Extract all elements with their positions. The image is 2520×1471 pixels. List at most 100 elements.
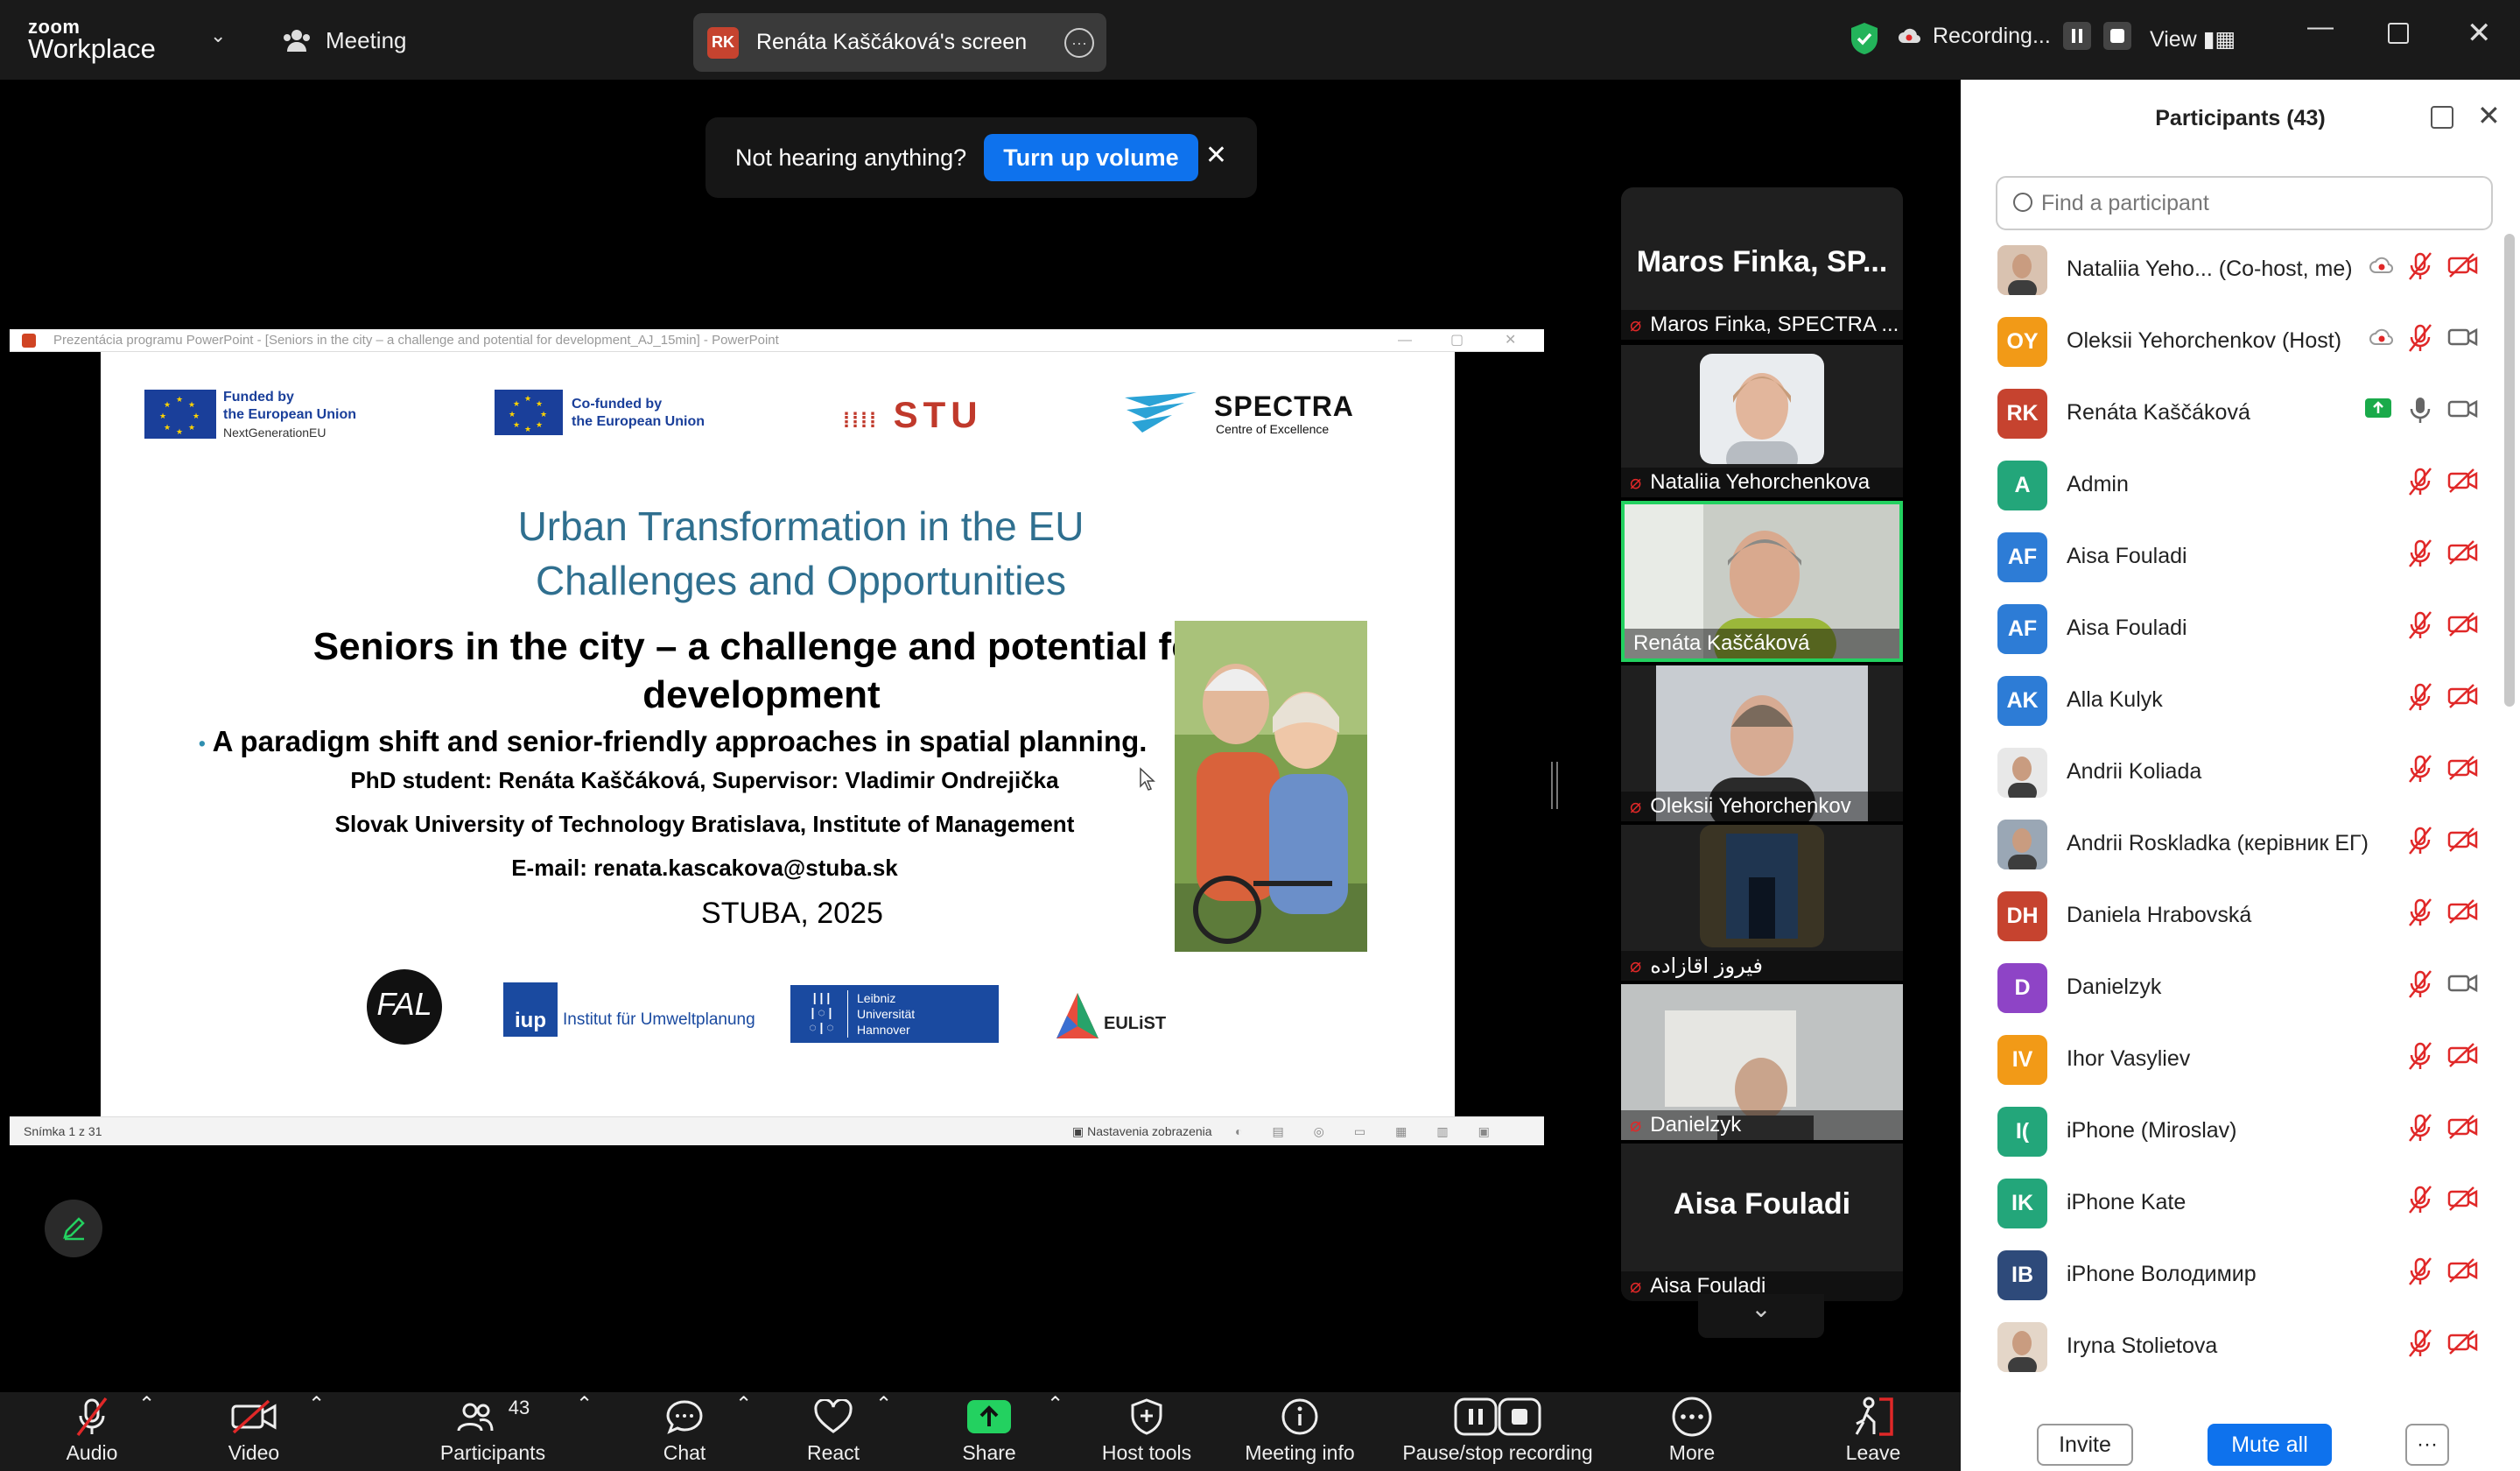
video-tile[interactable]: ⌀ Oleksii Yehorchenkov <box>1621 665 1903 821</box>
participants-button[interactable]: 43 Participants <box>427 1392 558 1471</box>
participant-row[interactable]: DH Daniela Hrabovská <box>1961 880 2503 952</box>
participant-video-status[interactable] <box>2447 612 2479 641</box>
video-tile[interactable]: Aisa Fouladi ⌀ Aisa Fouladi <box>1621 1144 1903 1301</box>
participant-video-status[interactable] <box>2447 397 2479 426</box>
minimize-window-button[interactable]: — <box>2307 12 2334 42</box>
participant-mic-status[interactable] <box>2407 969 2433 1003</box>
react-button[interactable]: React <box>798 1392 868 1471</box>
meeting-menu-button[interactable]: Meeting <box>282 23 407 58</box>
restore-window-button[interactable] <box>2388 23 2409 44</box>
participant-mic-status[interactable] <box>2407 467 2433 501</box>
logo-text: the European Union <box>572 414 705 429</box>
participant-row[interactable]: Iryna Stolietova <box>1961 1311 2503 1383</box>
participant-row[interactable]: Andrii Roskladka (керівник ЕГ) <box>1961 808 2503 880</box>
participant-video-status[interactable] <box>2447 1186 2479 1215</box>
video-tile-active-speaker[interactable]: Renáta Kaščáková <box>1621 501 1903 662</box>
video-tile[interactable]: ⌀ فیروز اقازاده <box>1621 825 1903 981</box>
stop-recording-button[interactable] <box>2102 22 2131 50</box>
participant-video-status[interactable] <box>2447 756 2479 785</box>
meeting-info-button[interactable]: Meeting info <box>1234 1392 1365 1471</box>
participant-video-status[interactable] <box>2447 1330 2479 1359</box>
participant-mic-status[interactable] <box>2407 395 2433 429</box>
participant-video-status[interactable] <box>2447 899 2479 928</box>
participant-mic-status[interactable] <box>2407 826 2433 860</box>
participant-row[interactable]: IV Ihor Vasyliev <box>1961 1024 2503 1095</box>
participant-mic-status[interactable] <box>2407 1185 2433 1219</box>
panel-resize-handle[interactable] <box>1551 762 1558 809</box>
react-options-caret[interactable]: ⌃ <box>875 1392 892 1471</box>
participant-video-status[interactable] <box>2447 684 2479 713</box>
gallery-scroll-down-icon[interactable]: ⌄ <box>1698 1294 1824 1338</box>
share-button[interactable]: Share <box>954 1392 1024 1471</box>
participant-row[interactable]: RK Renáta Kaščáková <box>1961 377 2503 449</box>
share-options-caret[interactable]: ⌃ <box>1047 1392 1063 1471</box>
participant-video-status[interactable] <box>2447 827 2479 856</box>
participant-row[interactable]: OY Oleksii Yehorchenkov (Host) <box>1961 306 2503 377</box>
pause-stop-recording-button[interactable]: Pause/stop recording <box>1397 1392 1598 1471</box>
participant-row[interactable]: AF Aisa Fouladi <box>1961 521 2503 593</box>
participant-row[interactable]: IB iPhone Володимир <box>1961 1239 2503 1311</box>
video-button[interactable]: Video <box>219 1392 289 1471</box>
shared-powerpoint-window[interactable]: Prezentácia programu PowerPoint - [Senio… <box>10 329 1544 1145</box>
participant-row[interactable]: Andrii Koliada <box>1961 736 2503 808</box>
encryption-shield-icon[interactable] <box>1849 21 1880 56</box>
pause-recording-button[interactable] <box>2062 22 2091 50</box>
annotate-button[interactable] <box>45 1200 102 1257</box>
participant-row[interactable]: AF Aisa Fouladi <box>1961 593 2503 665</box>
find-participant-input[interactable]: Find a participant <box>1996 176 2493 230</box>
participants-options-caret[interactable]: ⌃ <box>576 1392 593 1471</box>
participant-video-status[interactable] <box>2447 468 2479 497</box>
participant-video-status[interactable] <box>2447 1258 2479 1287</box>
participant-mic-status[interactable] <box>2407 897 2433 932</box>
chat-options-caret[interactable]: ⌃ <box>735 1392 752 1471</box>
close-notice-icon[interactable]: ✕ <box>1205 140 1227 171</box>
participant-row[interactable]: Nataliia Yeho... (Co-host, me) <box>1961 234 2503 306</box>
chevron-down-icon[interactable]: ⌄ <box>210 25 226 47</box>
participant-mic-status[interactable] <box>2407 323 2433 357</box>
view-menu-button[interactable]: View ▮▦ <box>2150 26 2236 53</box>
participant-mic-status[interactable] <box>2407 1113 2433 1147</box>
panel-more-button[interactable]: ··· <box>2405 1424 2449 1466</box>
participant-mic-status[interactable] <box>2407 754 2433 788</box>
more-button[interactable]: More <box>1654 1392 1730 1471</box>
participant-mic-status[interactable] <box>2407 1256 2433 1291</box>
host-tools-button[interactable]: Host tools <box>1094 1392 1199 1471</box>
video-tile[interactable]: ⌀ Nataliia Yehorchenkova <box>1621 345 1903 497</box>
participant-video-status[interactable] <box>2447 1115 2479 1144</box>
popout-icon[interactable] <box>2431 106 2453 129</box>
invite-button[interactable]: Invite <box>2037 1424 2133 1466</box>
leave-button[interactable]: Leave <box>1838 1392 1908 1471</box>
participant-mic-status[interactable] <box>2407 610 2433 644</box>
close-window-button[interactable]: ✕ <box>2467 16 2492 51</box>
participant-video-status[interactable] <box>2447 1043 2479 1072</box>
participant-list-scrollbar[interactable] <box>2504 234 2515 707</box>
participant-mic-status[interactable] <box>2407 251 2433 285</box>
audio-button[interactable]: Audio <box>53 1392 131 1471</box>
participant-video-status[interactable] <box>2447 253 2479 282</box>
close-panel-icon[interactable]: ✕ <box>2477 99 2501 132</box>
participant-row[interactable]: D Danielzyk <box>1961 952 2503 1024</box>
participant-row[interactable]: AK Alla Kulyk <box>1961 665 2503 736</box>
participant-video-status[interactable] <box>2447 325 2479 354</box>
mute-all-button[interactable]: Mute all <box>2208 1424 2332 1466</box>
more-options-icon[interactable]: ··· <box>1064 28 1094 58</box>
video-options-caret[interactable]: ⌃ <box>308 1392 325 1471</box>
ppt-close-icon: ✕ <box>1505 333 1517 348</box>
participant-mic-status[interactable] <box>2407 1041 2433 1075</box>
shared-screen-pill[interactable]: RK Renáta Kaščáková's screen ··· <box>693 13 1106 72</box>
participant-mic-status[interactable] <box>2407 538 2433 573</box>
video-tile[interactable]: Maros Finka, SP... ⌀ Maros Finka, SPECTRA… <box>1621 187 1903 340</box>
participant-row[interactable]: A Admin <box>1961 449 2503 521</box>
iup-logo: iup <box>503 982 558 1037</box>
turn-up-volume-button[interactable]: Turn up volume <box>984 134 1198 181</box>
participant-mic-status[interactable] <box>2407 682 2433 716</box>
chat-button[interactable]: Chat <box>649 1392 719 1471</box>
participant-row[interactable]: I(iPhone (Miroslav) <box>1961 1095 2503 1167</box>
share-label: Share <box>962 1441 1016 1464</box>
audio-options-caret[interactable]: ⌃ <box>138 1392 155 1471</box>
participant-video-status[interactable] <box>2447 540 2479 569</box>
participant-row[interactable]: IK iPhone Kate <box>1961 1167 2503 1239</box>
participant-video-status[interactable] <box>2447 971 2479 1000</box>
video-tile[interactable]: ⌀ Danielzyk <box>1621 984 1903 1140</box>
participant-mic-status[interactable] <box>2407 1328 2433 1362</box>
